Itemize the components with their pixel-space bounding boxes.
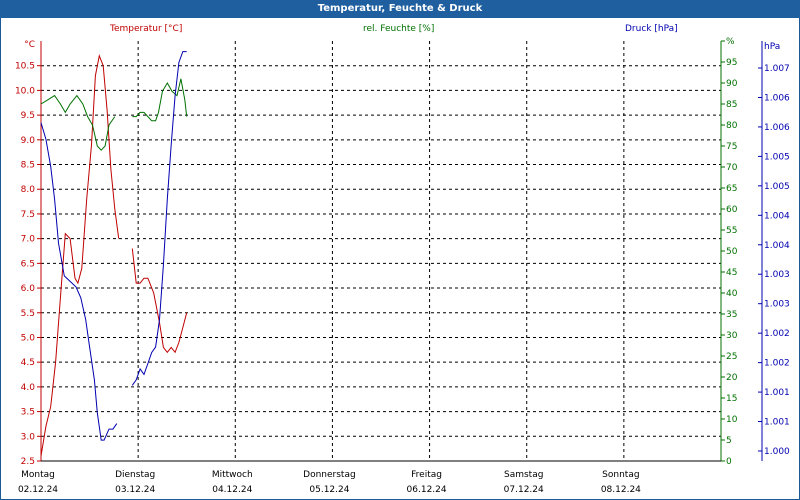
humidity-tick-label: 0 — [726, 457, 732, 467]
humidity-tick-label: 70 — [726, 163, 738, 173]
day-name-label: Mittwoch — [212, 470, 253, 480]
humidity-tick-label: 85 — [726, 100, 737, 110]
temperature-line — [40, 54, 120, 457]
temperature-tick-label: 9.5 — [21, 111, 35, 121]
temperature-tick-label: 7.0 — [21, 235, 36, 245]
humidity-line — [40, 94, 116, 151]
humidity-tick-label: 90 — [726, 79, 738, 89]
pressure-tick-label: 1.003 — [764, 300, 790, 310]
temperature-tick-label: 4.5 — [21, 358, 35, 368]
humidity-tick-label: 55 — [726, 226, 737, 236]
day-date-label: 02.12.24 — [18, 485, 58, 495]
day-name-label: Montag — [21, 470, 55, 480]
pressure-unit-label: hPa — [764, 42, 780, 52]
humidity-tick-label: 5 — [726, 436, 732, 446]
pressure-tick-label: 1.005 — [764, 182, 790, 192]
temperature-tick-label: 5.5 — [21, 309, 35, 319]
temperature-tick-label: 6.0 — [21, 284, 36, 294]
day-date-label: 03.12.24 — [115, 485, 155, 495]
pressure-line — [131, 51, 187, 386]
pressure-tick-label: 1.001 — [764, 388, 790, 398]
humidity-tick-label: 65 — [726, 184, 737, 194]
day-date-label: 06.12.24 — [407, 485, 447, 495]
humidity-tick-label: % — [726, 37, 735, 47]
pressure-tick-label: 1.002 — [764, 329, 790, 339]
pressure-tick-label: 1.005 — [764, 152, 790, 162]
day-name-label: Dienstag — [115, 470, 155, 480]
pressure-tick-label: 1.006 — [764, 123, 790, 133]
temperature-tick-label: 4.0 — [21, 383, 36, 393]
day-name-label: Freitag — [411, 470, 442, 480]
pressure-tick-label: 1.004 — [764, 211, 790, 221]
humidity-tick-label: 60 — [726, 205, 738, 215]
temperature-tick-label: 3.5 — [21, 408, 35, 418]
day-name-label: Sonntag — [602, 470, 639, 480]
humidity-tick-label: 80 — [726, 121, 738, 131]
temperature-tick-label: 7.5 — [21, 210, 35, 220]
day-date-label: 08.12.24 — [601, 485, 641, 495]
temperature-tick-label: 8.5 — [21, 161, 35, 171]
temperature-tick-label: 9.0 — [21, 136, 36, 146]
day-name-label: Donnerstag — [303, 470, 356, 480]
temperature-unit-label: °C — [24, 40, 35, 50]
humidity-tick-label: 40 — [726, 289, 738, 299]
humidity-tick-label: 10 — [726, 415, 738, 425]
temperature-tick-label: 8.0 — [21, 185, 36, 195]
temperature-tick-label: 6.5 — [21, 259, 35, 269]
pressure-tick-label: 1.003 — [764, 270, 790, 280]
pressure-tick-label: 1.004 — [764, 241, 790, 251]
pressure-tick-label: 1.007 — [764, 64, 790, 74]
weather-chart: 2.5 3.0 3.5 4.0 4.5 5.0 5.5 6.0 6.5 7.0 7.5 8.0 8.5 9… — [15, 37, 790, 495]
pressure-tick-label: 1.000 — [764, 447, 790, 457]
temperature-tick-label: 3.0 — [21, 432, 36, 442]
humidity-tick-label: 75 — [726, 142, 737, 152]
pressure-tick-label: 1.006 — [764, 93, 790, 103]
humidity-tick-label: 20 — [726, 373, 738, 383]
day-date-label: 04.12.24 — [212, 485, 252, 495]
temperature-tick-label: 5.0 — [21, 333, 36, 343]
day-date-label: 05.12.24 — [309, 485, 349, 495]
temperature-line — [131, 248, 188, 354]
temperature-tick-label: 10.5 — [15, 62, 35, 72]
day-name-label: Samstag — [504, 470, 543, 480]
humidity-tick-label: 95 — [726, 58, 737, 68]
pressure-tick-label: 1.001 — [764, 418, 790, 428]
humidity-tick-label: 45 — [726, 268, 737, 278]
temperature-tick-label: 10.0 — [15, 86, 35, 96]
humidity-tick-label: 50 — [726, 247, 738, 257]
humidity-line — [132, 78, 188, 122]
humidity-tick-label: 35 — [726, 310, 737, 320]
pressure-tick-label: 1.002 — [764, 359, 790, 369]
humidity-tick-label: 25 — [726, 352, 737, 362]
temperature-tick-label: 2.5 — [21, 457, 35, 467]
humidity-tick-label: 15 — [726, 394, 737, 404]
day-date-label: 07.12.24 — [504, 485, 544, 495]
humidity-tick-label: 30 — [726, 331, 738, 341]
